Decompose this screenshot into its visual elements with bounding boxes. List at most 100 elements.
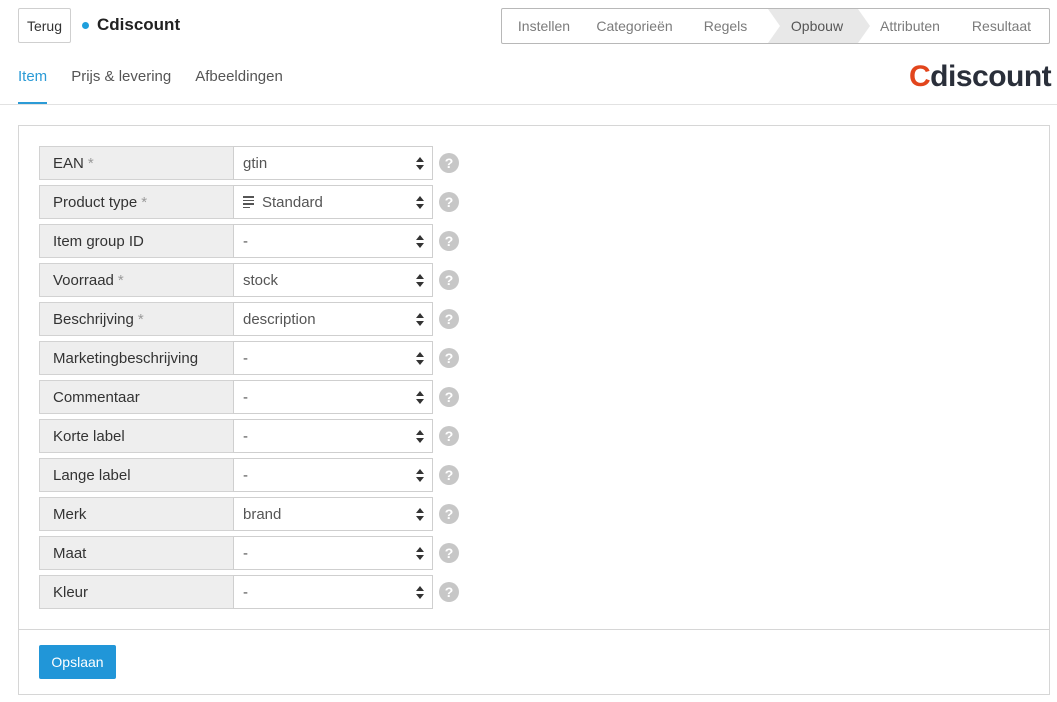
help-icon[interactable]: ? (439, 270, 459, 290)
field-label: Product type * (39, 185, 233, 219)
help-icon[interactable]: ? (439, 192, 459, 212)
field-row-ean: EAN * gtin ? (39, 146, 459, 180)
step-label: Instellen (517, 18, 571, 34)
help-icon[interactable]: ? (439, 504, 459, 524)
save-button[interactable]: Opslaan (39, 645, 116, 679)
field-select-lange-label[interactable]: - (233, 458, 433, 492)
sort-arrows-icon (416, 586, 424, 600)
help-icon[interactable]: ? (439, 465, 459, 485)
field-select-item-group-id[interactable]: - (233, 224, 433, 258)
field-select-korte-label[interactable]: - (233, 419, 433, 453)
required-marker: * (141, 193, 148, 211)
field-select-product-type[interactable]: Standard (233, 185, 433, 219)
field-label-text: Kleur (53, 583, 89, 601)
step-regels[interactable]: Regels (683, 9, 768, 43)
field-row-voorraad: Voorraad * stock ? (39, 263, 459, 297)
step-label: Attributen (880, 18, 940, 34)
field-label-text: Voorraad (53, 271, 114, 289)
tabs-divider (0, 104, 1057, 105)
field-row-beschrijving: Beschrijving * description ? (39, 302, 459, 336)
field-label-text: Beschrijving (53, 310, 134, 328)
field-label: EAN * (39, 146, 233, 180)
tab-prijs-levering[interactable]: Prijs & levering (71, 56, 171, 104)
field-row-lange-label: Lange label - ? (39, 458, 459, 492)
field-select-commentaar[interactable]: - (233, 380, 433, 414)
field-label-text: EAN (53, 154, 84, 172)
step-label: Opbouw (790, 18, 844, 34)
field-select-kleur[interactable]: - (233, 575, 433, 609)
field-label: Lange label (39, 458, 233, 492)
card-divider (19, 629, 1049, 630)
field-label: Korte label (39, 419, 233, 453)
step-resultaat[interactable]: Resultaat (954, 9, 1049, 43)
field-value: - (243, 583, 248, 601)
sort-arrows-icon (416, 352, 424, 366)
field-select-merk[interactable]: brand (233, 497, 433, 531)
help-icon[interactable]: ? (439, 153, 459, 173)
step-label: Regels (703, 18, 748, 34)
field-label-text: Product type (53, 193, 138, 211)
tab-bar: Item Prijs & levering Afbeeldingen (18, 56, 307, 104)
field-label: Voorraad * (39, 263, 233, 297)
field-value: description (243, 310, 316, 328)
step-instellen[interactable]: Instellen (502, 9, 586, 43)
field-label: Marketingbeschrijving (39, 341, 233, 375)
logo-rest: discount (930, 60, 1052, 93)
help-icon[interactable]: ? (439, 582, 459, 602)
step-categorieen[interactable]: Categorieën (586, 9, 683, 43)
sort-arrows-icon (416, 313, 424, 327)
field-label: Kleur (39, 575, 233, 609)
field-row-merk: Merk brand ? (39, 497, 459, 531)
step-chevron-left (768, 9, 780, 43)
help-icon[interactable]: ? (439, 387, 459, 407)
field-label: Beschrijving * (39, 302, 233, 336)
field-row-commentaar: Commentaar - ? (39, 380, 459, 414)
logo-c: C (909, 60, 931, 93)
page-title-wrap: Cdiscount (82, 15, 180, 35)
help-icon[interactable]: ? (439, 348, 459, 368)
help-icon[interactable]: ? (439, 231, 459, 251)
help-icon[interactable]: ? (439, 543, 459, 563)
sort-arrows-icon (416, 547, 424, 561)
field-value: - (243, 388, 248, 406)
field-label-text: Korte label (53, 427, 125, 445)
field-select-beschrijving[interactable]: description (233, 302, 433, 336)
step-label: Resultaat (971, 18, 1032, 34)
field-select-voorraad[interactable]: stock (233, 263, 433, 297)
tab-item[interactable]: Item (18, 56, 48, 104)
step-opbouw[interactable]: Opbouw (768, 9, 870, 43)
field-row-korte-label: Korte label - ? (39, 419, 459, 453)
field-label-text: Marketingbeschrijving (53, 349, 199, 367)
cdiscount-logo: Cdiscount (909, 60, 1052, 94)
sort-arrows-icon (416, 469, 424, 483)
required-marker: * (137, 310, 144, 328)
wizard-stepper: Instellen Categorieën Regels Opbouw Attr… (501, 8, 1050, 44)
sort-arrows-icon (416, 508, 424, 522)
sort-arrows-icon (416, 274, 424, 288)
field-label: Item group ID (39, 224, 233, 258)
sort-arrows-icon (416, 430, 424, 444)
help-icon[interactable]: ? (439, 426, 459, 446)
status-dot-icon (82, 21, 89, 29)
field-label: Commentaar (39, 380, 233, 414)
field-label: Maat (39, 536, 233, 570)
sort-arrows-icon (416, 235, 424, 249)
sort-arrows-icon (416, 391, 424, 405)
back-button[interactable]: Terug (18, 8, 71, 43)
field-select-maat[interactable]: - (233, 536, 433, 570)
field-select-marketingbeschrijving[interactable]: - (233, 341, 433, 375)
field-value: - (243, 349, 248, 367)
page-title: Cdiscount (97, 15, 181, 34)
field-select-ean[interactable]: gtin (233, 146, 433, 180)
sort-arrows-icon (416, 157, 424, 171)
sort-arrows-icon (416, 196, 424, 210)
help-icon[interactable]: ? (439, 309, 459, 329)
field-label-text: Lange label (53, 466, 131, 484)
field-value: Standard (262, 193, 323, 211)
step-label: Categorieën (596, 18, 673, 34)
field-label-text: Commentaar (53, 388, 140, 406)
field-row-kleur: Kleur - ? (39, 575, 459, 609)
field-list: EAN * gtin ? Product type * Standard ? Ite… (39, 146, 459, 614)
tab-afbeeldingen[interactable]: Afbeeldingen (195, 56, 283, 104)
step-attributen[interactable]: Attributen (858, 9, 954, 43)
